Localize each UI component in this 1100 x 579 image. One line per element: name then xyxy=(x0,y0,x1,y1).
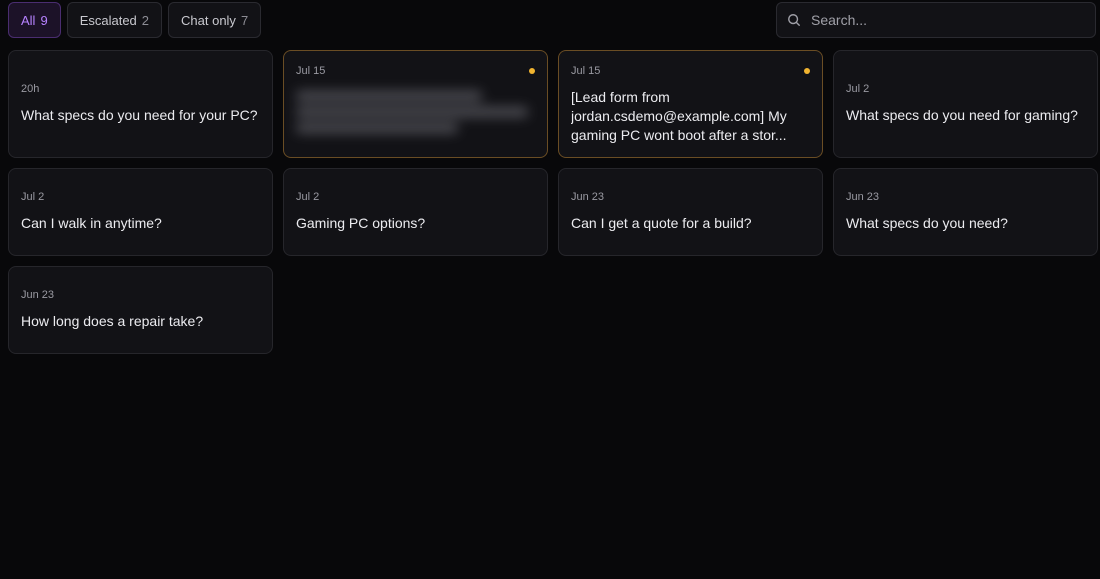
conversation-date: Jun 23 xyxy=(846,191,880,203)
tab-label: Escalated xyxy=(79,12,137,28)
conversation-card[interactable]: Jul 2 What specs do you need for gaming? xyxy=(833,50,1098,158)
conversation-date: Jul 15 xyxy=(571,65,601,77)
conversation-date: 20h xyxy=(21,83,40,95)
conversation-card[interactable]: Jul 2 Can I walk in anytime? xyxy=(8,168,273,256)
conversation-preview: What specs do you need for your PC? xyxy=(21,107,258,123)
conversation-date: Jun 23 xyxy=(571,191,605,203)
conversation-card[interactable]: Jul 15 xyxy=(283,50,548,158)
tab-label: Chat only xyxy=(181,12,236,28)
tab-label: All xyxy=(21,12,36,28)
conversation-date: Jul 2 xyxy=(846,83,870,95)
conversation-date: Jul 15 xyxy=(296,65,326,77)
conversation-preview: Can I walk in anytime? xyxy=(21,215,162,231)
conversation-card[interactable]: 20h What specs do you need for your PC? xyxy=(8,50,273,158)
conversation-card[interactable]: Jul 15 [Lead form from jordan.csdemo@exa… xyxy=(558,50,823,158)
conversation-preview: [Lead form from jordan.csdemo@example.co… xyxy=(571,89,787,143)
tab-chat-only[interactable]: Chat only 7 xyxy=(168,2,262,38)
toolbar: All 9 Escalated 2 Chat only 7 xyxy=(8,2,1096,38)
conversation-card[interactable]: Jul 2 Gaming PC options? xyxy=(283,168,548,256)
search-input[interactable] xyxy=(809,11,1083,29)
conversation-date: Jun 23 xyxy=(21,289,55,301)
tab-escalated[interactable]: Escalated 2 xyxy=(66,2,163,38)
conversation-preview: What specs do you need? xyxy=(846,215,1008,231)
tab-count: 2 xyxy=(141,12,150,28)
filter-tabs: All 9 Escalated 2 Chat only 7 xyxy=(8,2,262,38)
conversation-card[interactable]: Jun 23 What specs do you need? xyxy=(833,168,1098,256)
tab-all[interactable]: All 9 xyxy=(8,2,61,38)
tab-count: 7 xyxy=(240,12,249,28)
tab-count: 9 xyxy=(40,12,48,28)
redacted-preview xyxy=(296,87,528,147)
conversation-preview: What specs do you need for gaming? xyxy=(846,107,1078,123)
conversation-preview: Gaming PC options? xyxy=(296,215,426,231)
conversation-preview: Can I get a quote for a build? xyxy=(571,215,752,231)
search-icon xyxy=(788,14,800,26)
conversation-date: Jul 2 xyxy=(21,191,45,203)
unread-indicator xyxy=(804,68,810,74)
conversation-date: Jul 2 xyxy=(296,191,320,203)
conversation-preview: How long does a repair take? xyxy=(21,313,204,329)
conversation-grid: 20h What specs do you need for your PC? … xyxy=(8,50,1098,354)
conversation-card[interactable]: Jun 23 Can I get a quote for a build? xyxy=(558,168,823,256)
search-box[interactable] xyxy=(776,2,1096,38)
conversation-card[interactable]: Jun 23 How long does a repair take? xyxy=(8,266,273,354)
unread-indicator xyxy=(529,68,535,74)
